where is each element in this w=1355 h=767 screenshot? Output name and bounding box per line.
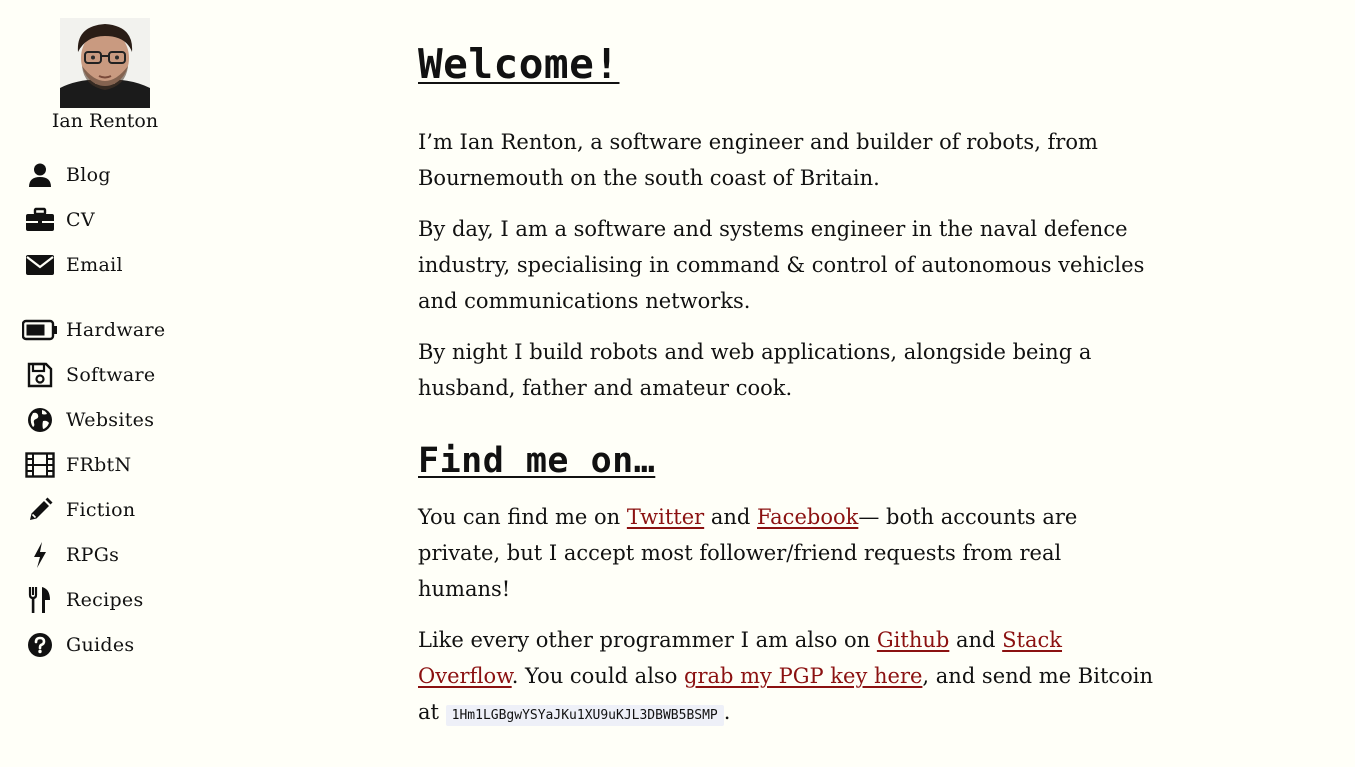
nav-label-hardware: Hardware [66,319,166,341]
globe-icon [22,402,58,438]
nav-item-recipes[interactable]: Recipes [22,582,144,618]
intro-paragraph-1: I’m Ian Renton, a software engineer and … [418,130,1098,190]
nav-item-guides[interactable]: Guides [22,627,134,663]
bitcoin-address: 1Hm1LGBgwYSYaJKu1XU9uKJL3DBWB5BSMP [445,705,724,726]
nav-label-guides: Guides [66,634,135,656]
lightning-icon [22,537,58,573]
nav-label-blog: Blog [66,164,111,186]
film-icon [22,447,58,483]
github-link[interactable]: Github [877,628,949,652]
nav-label-fiction: Fiction [66,499,136,521]
nav-label-websites: Websites [66,409,155,431]
nav-label-recipes: Recipes [66,589,144,611]
nav-item-software[interactable]: Software [22,357,155,393]
twitter-link[interactable]: Twitter [627,505,704,529]
nav-item-frbtn[interactable]: FRbtN [22,447,131,483]
dev-paragraph: Like every other programmer I am also on… [418,622,1158,734]
nav-label-email: Email [66,254,123,276]
nav-item-fiction[interactable]: Fiction [22,492,135,528]
pencil-icon [22,492,58,528]
user-icon [22,157,58,193]
nav-item-blog[interactable]: Blog [22,157,111,193]
dev-text-and: and [949,628,1003,652]
nav-item-email[interactable]: Email [22,247,123,283]
page-title: Welcome! [418,40,620,88]
dev-text-pre: Like every other programmer I am also on [418,628,877,652]
facebook-link[interactable]: Facebook [757,505,858,529]
nav-item-websites[interactable]: Websites [22,402,154,438]
author-name: Ian Renton [51,110,159,132]
section-title-find-me: Find me on… [418,441,656,481]
nav-label-cv: CV [66,209,95,231]
nav-label-frbtn: FRbtN [66,454,132,476]
dev-text-end: . [723,700,731,724]
nav-item-hardware[interactable]: Hardware [22,312,165,348]
nav-item-rpgs[interactable]: RPGs [22,537,119,573]
floppy-disk-icon [22,357,58,393]
social-text-and: and [704,505,758,529]
briefcase-icon [22,202,58,238]
social-paragraph: You can find me on Twitter and Facebook—… [418,499,1158,607]
dev-text-mid: . You could also [511,664,685,688]
intro-paragraph-2: By day, I am a software and systems engi… [418,217,1145,313]
pgp-key-link[interactable]: grab my PGP key here [684,664,922,688]
social-text-pre: You can find me on [418,505,627,529]
envelope-icon [22,247,58,283]
utensils-icon [22,582,58,618]
nav-label-software: Software [66,364,156,386]
nav-label-rpgs: RPGs [66,544,120,566]
question-circle-icon [22,627,58,663]
battery-icon [22,312,58,348]
author-avatar[interactable] [60,18,150,108]
nav-item-cv[interactable]: CV [22,202,95,238]
intro-paragraph-3: By night I build robots and web applicat… [418,340,1092,400]
